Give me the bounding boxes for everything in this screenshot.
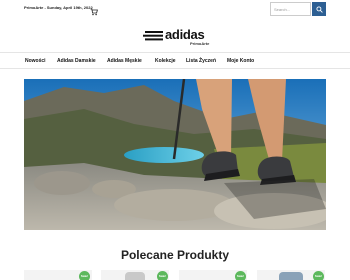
featured-products-title: Polecane Produkty	[120, 248, 230, 262]
logo-wordmark: adidas	[165, 27, 205, 42]
nav-item-moje-konto[interactable]: Moje Konto	[227, 58, 254, 64]
sale-badge: Sale!	[313, 271, 324, 280]
nav-item-adidas-damskie[interactable]: Adidas Damskie	[57, 58, 96, 64]
adidas-stripes-icon	[143, 31, 163, 41]
nav-item-adidas-meskie[interactable]: Adidas Męskie	[107, 58, 142, 64]
search-icon	[315, 5, 323, 13]
sale-badge: Sale!	[235, 271, 246, 280]
search-input[interactable]	[270, 2, 311, 16]
cart-icon[interactable]	[90, 3, 98, 16]
top-bar: PrimoArte - Sunday, April 19th, 2022	[0, 0, 350, 20]
main-navigation: Nowości Adidas Damskie Adidas Męskie Kol…	[0, 52, 350, 69]
nav-item-lista-zyczen[interactable]: Lista Życzeń	[186, 58, 216, 64]
logo-subtitle: PrimoArte	[190, 41, 210, 46]
site-date: PrimoArte - Sunday, April 19th, 2022	[24, 5, 93, 10]
nav-item-kolekcje[interactable]: Kolekcje	[155, 58, 176, 64]
site-logo[interactable]: adidas PrimoArte	[143, 27, 210, 49]
nav-item-nowosci[interactable]: Nowości	[25, 58, 46, 64]
sale-badge: Sale!	[79, 271, 90, 280]
sale-badge: Sale!	[157, 271, 168, 280]
hero-hiking-photo	[24, 79, 326, 230]
hero-banner-image[interactable]	[24, 79, 326, 230]
search-button[interactable]	[312, 2, 326, 16]
